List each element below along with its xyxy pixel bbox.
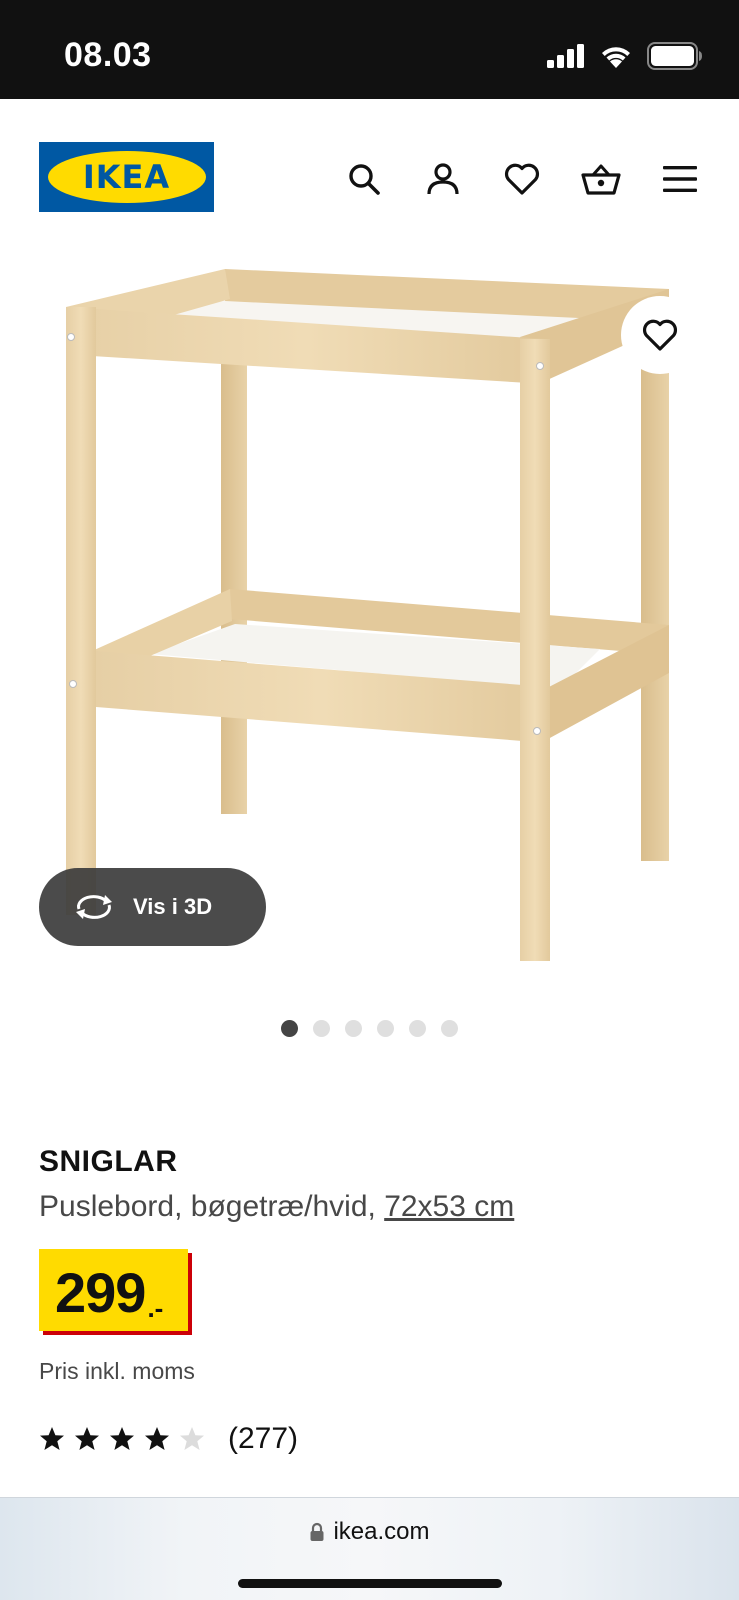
heart-icon [504, 163, 540, 195]
status-icons [547, 42, 703, 70]
search-button[interactable] [340, 155, 388, 203]
rotate-3d-icon [76, 895, 112, 919]
star-icon [145, 1427, 169, 1450]
heart-icon [642, 319, 678, 351]
star-icon [75, 1427, 99, 1450]
view-in-3d-label: Vis i 3D [133, 894, 213, 919]
star-icon [40, 1427, 64, 1450]
price-note: Pris inkl. moms [39, 1358, 195, 1384]
carousel-dot[interactable] [377, 1020, 394, 1037]
star-icon [180, 1427, 204, 1450]
cart-button[interactable] [577, 155, 625, 203]
carousel-dot[interactable] [281, 1020, 298, 1037]
carousel-dot[interactable] [345, 1020, 362, 1037]
star-icon [110, 1427, 134, 1450]
product-rating[interactable]: (277) [39, 1422, 298, 1456]
price-tag: 299 .- [39, 1249, 188, 1331]
wifi-icon [602, 47, 630, 68]
url-display[interactable]: ikea.com [0, 1518, 739, 1546]
menu-icon [663, 166, 697, 192]
site-header: IKEA [0, 99, 739, 259]
logo-ellipse: IKEA [47, 151, 206, 203]
cellular-signal-icon [547, 44, 584, 68]
product-image-gallery[interactable]: Vis i 3D [0, 259, 739, 1019]
status-bar: 08.03 [0, 0, 739, 99]
account-icon [427, 163, 459, 195]
browser-address-bar: ikea.com [0, 1497, 739, 1600]
carousel-dots [0, 1020, 739, 1037]
status-time: 08.03 [64, 36, 152, 74]
carousel-dot[interactable] [441, 1020, 458, 1037]
cart-icon [581, 164, 621, 195]
price-integer: 299 [55, 1261, 146, 1324]
url-text: ikea.com [333, 1518, 430, 1545]
view-in-3d-button[interactable]: Vis i 3D [39, 868, 266, 946]
product-size-link[interactable]: 72x53 cm [384, 1190, 514, 1223]
battery-icon [647, 42, 702, 70]
product-type-label: Puslebord, bøgetræ/hvid, [39, 1190, 385, 1223]
lock-icon [310, 1522, 324, 1541]
ikea-logo[interactable]: IKEA [39, 142, 214, 212]
rating-stars [39, 1426, 205, 1452]
carousel-dot[interactable] [409, 1020, 426, 1037]
add-to-wishlist-button[interactable] [621, 296, 699, 374]
product-description: Puslebord, bøgetræ/hvid, 72x53 cm [39, 1190, 514, 1224]
account-button[interactable] [419, 155, 467, 203]
menu-button[interactable] [656, 155, 704, 203]
review-count: (277) [228, 1422, 299, 1455]
product-name: SNIGLAR [39, 1145, 178, 1178]
carousel-dot[interactable] [313, 1020, 330, 1037]
search-icon [349, 164, 380, 195]
home-indicator[interactable] [238, 1579, 502, 1588]
price-decimal: .- [147, 1293, 164, 1323]
logo-text: IKEA [82, 158, 171, 196]
wishlist-button[interactable] [498, 155, 546, 203]
